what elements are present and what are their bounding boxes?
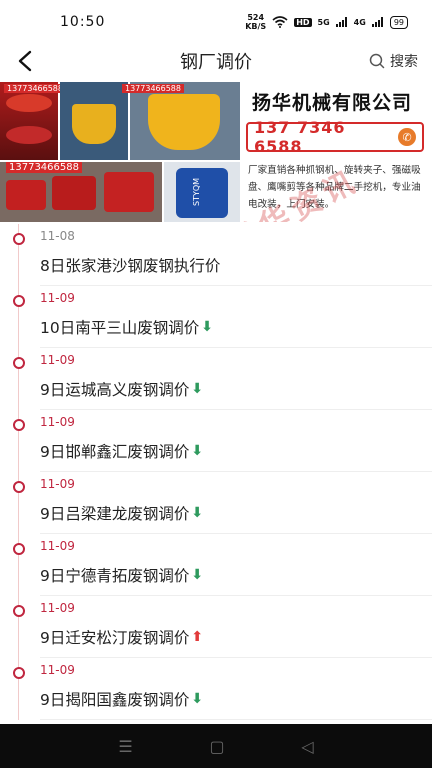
item-title: 9日邯郸鑫汇废钢调价	[40, 443, 190, 461]
item-title: 9日吕梁建龙废钢调价	[40, 505, 190, 523]
network-speed: 524 KB/S	[245, 13, 266, 31]
back-button[interactable]	[10, 46, 40, 76]
signal-4g-label: 4G	[353, 17, 366, 27]
list-item[interactable]: 11-08 8日张家港沙钢废钢执行价	[0, 224, 432, 286]
nav-bar: 钢厂调价 搜索	[0, 44, 432, 78]
product-photo-grab	[60, 82, 128, 160]
item-title-row: 9日迁安松汀废钢调价 ⬆	[40, 626, 203, 648]
item-date: 11-09	[40, 353, 75, 367]
battery-icon: 99	[389, 15, 408, 29]
item-title: 8日张家港沙钢废钢执行价	[40, 257, 221, 275]
signal-5g-label: 5G	[317, 17, 330, 27]
phone-number: 137 7346 6588	[254, 118, 346, 156]
item-title-row: 10日南平三山废钢调价 ⬇	[40, 316, 213, 338]
divider	[40, 719, 432, 720]
up-arrow-icon: ⬆	[191, 629, 204, 645]
item-date: 11-09	[40, 663, 75, 677]
timeline-dot-icon	[13, 481, 25, 493]
timeline-dot-icon	[13, 605, 25, 617]
item-date: 11-08	[40, 229, 75, 243]
item-title-row: 8日张家港沙钢废钢执行价	[40, 254, 220, 276]
price-list: 11-08 8日张家港沙钢废钢执行价 11-09 10日南平三山废钢调价 ⬇ 11-09 9…	[0, 224, 432, 720]
list-item[interactable]: 11-09 9日邯郸鑫汇废钢调价 ⬇	[0, 410, 432, 472]
item-title: 9日宁德青拓废钢调价	[40, 567, 190, 585]
network-speed-unit: KB/S	[245, 22, 267, 31]
product-label: STYQM	[192, 177, 201, 206]
status-icons: 524 KB/S HD 5G 4G 99	[245, 13, 408, 31]
item-date: 11-09	[40, 291, 75, 305]
down-arrow-icon: ⬇	[191, 505, 204, 521]
list-item[interactable]: 11-09 9日宁德青拓废钢调价 ⬇	[0, 534, 432, 596]
list-item[interactable]: 11-09 10日南平三山废钢调价 ⬇	[0, 286, 432, 348]
down-arrow-icon: ⬇	[191, 567, 204, 583]
item-title-row: 9日宁德青拓废钢调价 ⬇	[40, 564, 203, 586]
signal-bars-icon	[335, 17, 347, 27]
list-item[interactable]: 11-09 9日迁安松汀废钢调价 ⬆	[0, 596, 432, 658]
wifi-icon	[272, 16, 288, 28]
hd-badge: HD	[294, 17, 312, 27]
list-item[interactable]: 11-09 9日运城高义废钢调价 ⬇	[0, 348, 432, 410]
back-triangle-icon[interactable]: ◁	[301, 737, 313, 756]
timeline-dot-icon	[13, 357, 25, 369]
search-label: 搜索	[390, 54, 418, 70]
home-icon[interactable]: ▢	[209, 737, 224, 756]
company-name: 扬华机械有限公司	[252, 92, 413, 114]
phone-box: 137 7346 6588 ✆	[246, 118, 424, 156]
search-button[interactable]: 搜索	[369, 51, 418, 71]
item-date: 11-09	[40, 601, 75, 615]
item-date: 11-09	[40, 477, 75, 491]
item-title: 9日迁安松汀废钢调价	[40, 629, 190, 647]
down-arrow-icon: ⬇	[191, 691, 204, 707]
list-item[interactable]: 11-09 9日吕梁建龙废钢调价 ⬇	[0, 472, 432, 534]
chevron-left-icon	[18, 50, 32, 72]
menu-icon[interactable]: ☰	[118, 737, 132, 756]
down-arrow-icon: ⬇	[201, 319, 213, 335]
search-icon	[369, 53, 385, 69]
item-title: 9日运城高义废钢调价	[40, 381, 190, 399]
timeline-dot-icon	[13, 419, 25, 431]
item-title-row: 9日吕梁建龙废钢调价 ⬇	[40, 502, 203, 524]
down-arrow-icon: ⬇	[191, 381, 204, 397]
down-arrow-icon: ⬇	[191, 443, 204, 459]
list-item[interactable]: 11-09 9日揭阳国鑫废钢调价 ⬇	[0, 658, 432, 720]
item-title-row: 9日揭阳国鑫废钢调价 ⬇	[40, 688, 203, 710]
product-photo-grab-2	[130, 82, 240, 160]
network-speed-value: 524	[247, 13, 265, 22]
signal-bars-icon-2	[371, 17, 383, 27]
item-title: 10日南平三山废钢调价	[40, 319, 200, 337]
status-bar: 10:50 524 KB/S HD 5G 4G 99	[0, 0, 432, 44]
banner-phone-tag-2: 13773466588	[122, 84, 184, 93]
product-photo-magnet-disk: STYQM	[164, 162, 240, 222]
item-date: 11-09	[40, 415, 75, 429]
banner-phone-tag-1: 13773466588	[4, 84, 66, 93]
ad-banner[interactable]: 13773466588 13773466588 13773466588 STYQ…	[0, 82, 432, 222]
item-title-row: 9日运城高义废钢调价 ⬇	[40, 378, 203, 400]
phone-icon: ✆	[398, 128, 416, 146]
status-time: 10:50	[60, 14, 106, 30]
timeline-dot-icon	[13, 233, 25, 245]
system-nav-bar: ☰ ▢ ◁	[0, 724, 432, 768]
item-title: 9日揭阳国鑫废钢调价	[40, 691, 190, 709]
timeline-dot-icon	[13, 295, 25, 307]
timeline-dot-icon	[13, 543, 25, 555]
timeline-dot-icon	[13, 667, 25, 679]
item-date: 11-09	[40, 539, 75, 553]
item-title-row: 9日邯郸鑫汇废钢调价 ⬇	[40, 440, 203, 462]
page-title: 钢厂调价	[180, 52, 252, 73]
product-photo-electromagnet	[0, 82, 58, 160]
banner-phone-tag-3: 13773466588	[6, 162, 82, 173]
